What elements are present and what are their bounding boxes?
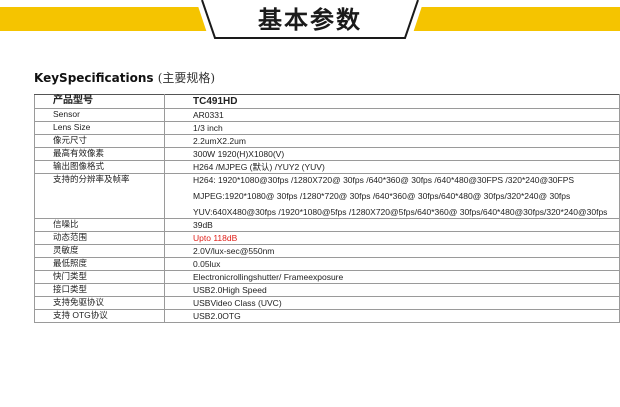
spec-value-line: H264: 1920*1080@30fps /1280X720@ 30fps /… bbox=[193, 175, 575, 185]
spec-value: H264 /MJPEG (默认) /YUY2 (YUV) bbox=[164, 160, 620, 174]
spec-value: Upto 118dB bbox=[164, 231, 620, 245]
table-row: 灵敏度 2.0V/lux-sec@550nm bbox=[34, 244, 620, 258]
spec-value-line: AR0331 bbox=[193, 110, 224, 120]
spec-value: 39dB bbox=[164, 218, 620, 232]
spec-value-line: USBVideo Class (UVC) bbox=[193, 298, 282, 308]
table-row: 信噪比 39dB bbox=[34, 218, 620, 232]
spec-label: 像元尺寸 bbox=[34, 134, 165, 148]
spec-value: 2.2umX2.2um bbox=[164, 134, 620, 148]
spec-value-line: USB2.0OTG bbox=[193, 311, 241, 321]
section-heading: KeySpecifications (主要规格) bbox=[34, 69, 215, 86]
spec-value-line: H264 /MJPEG (默认) /YUY2 (YUV) bbox=[193, 162, 325, 172]
table-row: 像元尺寸 2.2umX2.2um bbox=[34, 134, 620, 148]
heading-sub: (主要规格) bbox=[157, 71, 216, 85]
spec-value: 1/3 inch bbox=[164, 121, 620, 135]
spec-label: 支持 OTG协议 bbox=[34, 309, 165, 323]
spec-label: 灵敏度 bbox=[34, 244, 165, 258]
spec-value: USBVideo Class (UVC) bbox=[164, 296, 620, 310]
table-row: Sensor AR0331 bbox=[34, 108, 620, 122]
table-row: 动态范围 Upto 118dB bbox=[34, 231, 620, 245]
table-row: 输出图像格式 H264 /MJPEG (默认) /YUY2 (YUV) bbox=[34, 160, 620, 174]
banner-title: 基本参数 bbox=[258, 6, 362, 34]
spec-label: 支持的分辨率及帧率 bbox=[34, 173, 165, 219]
spec-value: 2.0V/lux-sec@550nm bbox=[164, 244, 620, 258]
table-row: 快门类型 Electronicrollingshutter/ Frameexpos… bbox=[34, 270, 620, 284]
table-row: 支持免驱协议 USBVideo Class (UVC) bbox=[34, 296, 620, 310]
table-row: 支持 OTG协议 USB2.0OTG bbox=[34, 309, 620, 323]
spec-value: H264: 1920*1080@30fps /1280X720@ 30fps /… bbox=[164, 173, 620, 219]
spec-label: 动态范围 bbox=[34, 231, 165, 245]
table-row: 最低照度 0.05lux bbox=[34, 257, 620, 271]
spec-value-line: MJPEG:1920*1080@ 30fps /1280*720@ 30fps … bbox=[193, 191, 571, 201]
spec-value: USB2.0High Speed bbox=[164, 283, 620, 297]
spec-table: 产品型号 TC491HD Sensor AR0331 Lens Size 1/3 inch… bbox=[34, 94, 620, 323]
spec-value-line: Electronicrollingshutter/ Frameexposure bbox=[193, 272, 344, 282]
spec-value: AR0331 bbox=[164, 108, 620, 122]
table-row: Lens Size 1/3 inch bbox=[34, 121, 620, 135]
spec-value: Electronicrollingshutter/ Frameexposure bbox=[164, 270, 620, 284]
spec-label: 接口类型 bbox=[34, 283, 165, 297]
table-row: 支持的分辨率及帧率 H264: 1920*1080@30fps /1280X720… bbox=[34, 173, 620, 219]
spec-value-line: USB2.0High Speed bbox=[193, 285, 267, 295]
spec-label: Lens Size bbox=[34, 121, 165, 135]
spec-label: 最高有效像素 bbox=[34, 147, 165, 161]
table-row: 产品型号 TC491HD bbox=[34, 94, 620, 109]
spec-value: 300W 1920(H)X1080(V) bbox=[164, 147, 620, 161]
spec-label: Sensor bbox=[34, 108, 165, 122]
spec-value-line: 0.05lux bbox=[193, 259, 221, 269]
spec-value-line: Upto 118dB bbox=[193, 233, 238, 243]
spec-label: 最低照度 bbox=[34, 257, 165, 271]
spec-value-line: YUV:640X480@30fps /1920*1080@5fps /1280X… bbox=[193, 207, 608, 217]
spec-value: TC491HD bbox=[164, 94, 620, 109]
spec-value-line: 300W 1920(H)X1080(V) bbox=[193, 149, 285, 159]
spec-label: 产品型号 bbox=[34, 94, 165, 109]
spec-value-line: 39dB bbox=[193, 220, 213, 230]
spec-label: 快门类型 bbox=[34, 270, 165, 284]
spec-value-line: 2.0V/lux-sec@550nm bbox=[193, 246, 275, 256]
spec-label: 信噪比 bbox=[34, 218, 165, 232]
spec-value: USB2.0OTG bbox=[164, 309, 620, 323]
section-banner: 基本参数 bbox=[0, 0, 620, 42]
heading-main: KeySpecifications bbox=[34, 71, 154, 85]
spec-value-line: 2.2umX2.2um bbox=[193, 136, 246, 146]
spec-value-line: TC491HD bbox=[193, 96, 238, 107]
table-row: 接口类型 USB2.0High Speed bbox=[34, 283, 620, 297]
spec-value: 0.05lux bbox=[164, 257, 620, 271]
spec-value-line: 1/3 inch bbox=[193, 123, 223, 133]
spec-label: 输出图像格式 bbox=[34, 160, 165, 174]
spec-label: 支持免驱协议 bbox=[34, 296, 165, 310]
table-row: 最高有效像素 300W 1920(H)X1080(V) bbox=[34, 147, 620, 161]
